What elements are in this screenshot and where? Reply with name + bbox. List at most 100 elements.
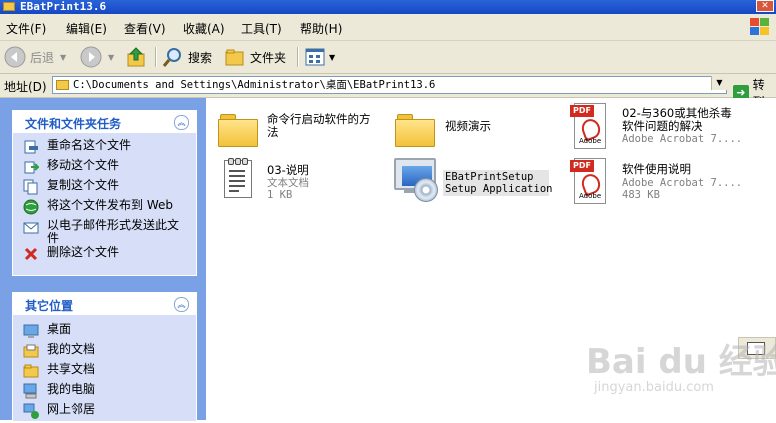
file-tasks-panel: 文件和文件夹任务 ︽ 重命名这个文件 移动这个文件 复制这个文件 将这个文件发布… xyxy=(12,110,197,276)
folders-icon xyxy=(225,49,244,66)
back-arrow-icon xyxy=(4,46,26,68)
menu-view[interactable]: 查看(V) xyxy=(124,20,166,37)
task-email[interactable]: 以电子邮件形式发送此文件 xyxy=(13,219,196,246)
menu-favorites[interactable]: 收藏(A) xyxy=(183,20,225,37)
file-size: 1 KB xyxy=(267,189,293,201)
task-rename[interactable]: 重命名这个文件 xyxy=(13,139,196,159)
file-tasks-title: 文件和文件夹任务 xyxy=(25,117,122,131)
file-item[interactable]: EBatPrintSetup Setup Application xyxy=(392,156,562,208)
collapse-icon[interactable]: ︽ xyxy=(174,297,189,312)
file-tasks-header[interactable]: 文件和文件夹任务 ︽ xyxy=(13,111,196,133)
forward-button[interactable]: ▼ xyxy=(80,44,114,70)
chevron-down-icon[interactable]: ▼ xyxy=(329,53,335,62)
pdf-icon: PDF Adobe xyxy=(570,103,606,149)
forward-arrow-icon xyxy=(80,46,102,68)
task-pane: 文件和文件夹任务 ︽ 重命名这个文件 移动这个文件 复制这个文件 将这个文件发布… xyxy=(0,98,206,422)
task-label: 复制这个文件 xyxy=(47,178,120,192)
views-button[interactable]: ▼ xyxy=(304,44,335,70)
text-document-icon xyxy=(220,158,252,198)
back-label: 后退 xyxy=(30,50,55,65)
views-icon xyxy=(305,48,325,66)
address-bar: 地址(D) C:\Documents and Settings\Administ… xyxy=(0,74,776,109)
file-item[interactable]: 命令行启动软件的方法 xyxy=(218,108,388,152)
file-item[interactable]: PDF Adobe 软件使用说明 Adobe Acrobat 7.... 483 … xyxy=(570,158,770,208)
close-button[interactable]: ✕ xyxy=(756,0,774,12)
copy-icon xyxy=(23,179,38,195)
place-label: 共享文档 xyxy=(47,362,96,376)
menu-file[interactable]: 文件(F) xyxy=(6,20,46,37)
task-move[interactable]: 移动这个文件 xyxy=(13,159,196,179)
title-bar: EBatPrint13.6 ✕ xyxy=(0,0,776,14)
file-item[interactable]: 03-说明 文本文档 1 KB xyxy=(220,158,390,208)
toolbar-divider xyxy=(297,47,299,67)
file-type: 文本文档 xyxy=(267,177,309,189)
address-input[interactable]: C:\Documents and Settings\Administrator\… xyxy=(52,76,727,94)
folder-icon xyxy=(3,2,15,11)
file-type: Setup Application xyxy=(445,183,553,195)
folder-icon xyxy=(218,112,258,147)
watermark-brand: Bai du 经验 xyxy=(586,342,776,382)
place-my-documents[interactable]: 我的文档 xyxy=(13,343,196,363)
place-label: 网上邻居 xyxy=(47,402,96,416)
my-documents-icon xyxy=(23,344,39,358)
task-copy[interactable]: 复制这个文件 xyxy=(13,179,196,199)
task-label: 以电子邮件形式发送此文件 xyxy=(47,218,180,245)
task-label: 将这个文件发布到 Web xyxy=(47,198,173,212)
place-shared-documents[interactable]: 共享文档 xyxy=(13,363,196,383)
place-desktop[interactable]: 桌面 xyxy=(13,323,196,343)
chevron-down-icon[interactable]: ▼ xyxy=(108,53,114,62)
address-label: 地址(D) xyxy=(4,80,47,94)
file-type: Adobe Acrobat 7.... xyxy=(622,177,743,189)
place-my-computer[interactable]: 我的电脑 xyxy=(13,383,196,403)
place-network[interactable]: 网上邻居 xyxy=(13,403,196,423)
file-item[interactable]: PDF Adobe 02-与360或其他杀毒软件问题的解决 Adobe Acrob… xyxy=(570,103,770,153)
folder-icon xyxy=(395,112,435,147)
folder-icon xyxy=(56,80,69,90)
back-button[interactable]: 后退 ▼ xyxy=(4,44,66,70)
up-folder-button[interactable] xyxy=(126,44,148,70)
search-button[interactable]: 搜索 xyxy=(162,44,212,70)
other-places-panel: 其它位置 ︽ 桌面 我的文档 共享文档 我的电脑 网上邻居 xyxy=(12,292,197,422)
file-name: 软件使用说明 xyxy=(622,162,691,176)
search-label: 搜索 xyxy=(188,50,213,65)
task-label: 重命名这个文件 xyxy=(47,138,132,152)
address-dropdown[interactable]: ▼ xyxy=(711,76,727,90)
file-name: 视频演示 xyxy=(445,119,491,133)
file-name: 02-与360或其他杀毒软件问题的解决 xyxy=(622,106,732,133)
other-places-title: 其它位置 xyxy=(25,299,74,313)
search-icon xyxy=(162,48,181,67)
email-icon xyxy=(23,222,39,234)
menu-bar: 文件(F) 编辑(E) 查看(V) 收藏(A) 工具(T) 帮助(H) xyxy=(0,14,776,41)
pdf-icon: PDF Adobe xyxy=(570,158,606,204)
toolbar: 后退 ▼ ▼ 搜索 文件夹 ▼ xyxy=(0,41,776,74)
menu-edit[interactable]: 编辑(E) xyxy=(66,20,107,37)
task-label: 移动这个文件 xyxy=(47,158,120,172)
computer-icon xyxy=(23,383,37,399)
file-item[interactable]: 视频演示 xyxy=(395,108,565,152)
watermark: Bai du 经验 jingyan.baidu.com xyxy=(586,334,776,414)
address-path: C:\Documents and Settings\Administrator\… xyxy=(73,79,436,91)
collapse-icon[interactable]: ︽ xyxy=(174,115,189,130)
file-name: 03-说明 xyxy=(267,163,309,177)
place-label: 桌面 xyxy=(47,322,72,336)
place-label: 我的文档 xyxy=(47,342,96,356)
place-label: 我的电脑 xyxy=(47,382,96,396)
globe-icon xyxy=(23,199,39,215)
window-title: EBatPrint13.6 xyxy=(20,0,107,13)
file-name: 命令行启动软件的方法 xyxy=(267,112,371,139)
toolbar-divider xyxy=(155,47,157,67)
folders-button[interactable]: 文件夹 xyxy=(224,44,286,70)
file-size: 483 KB xyxy=(622,189,660,201)
file-type: Adobe Acrobat 7.... xyxy=(622,133,743,145)
task-publish-web[interactable]: 将这个文件发布到 Web xyxy=(13,199,196,219)
up-folder-icon xyxy=(127,47,145,67)
watermark-url: jingyan.baidu.com xyxy=(594,380,714,395)
chevron-down-icon[interactable]: ▼ xyxy=(60,53,66,62)
desktop-icon xyxy=(23,324,39,338)
move-icon xyxy=(24,161,39,174)
network-icon xyxy=(23,403,39,419)
other-places-header[interactable]: 其它位置 ︽ xyxy=(13,293,196,315)
task-delete[interactable]: 删除这个文件 xyxy=(13,246,196,266)
menu-help[interactable]: 帮助(H) xyxy=(300,20,342,37)
menu-tools[interactable]: 工具(T) xyxy=(241,20,282,37)
